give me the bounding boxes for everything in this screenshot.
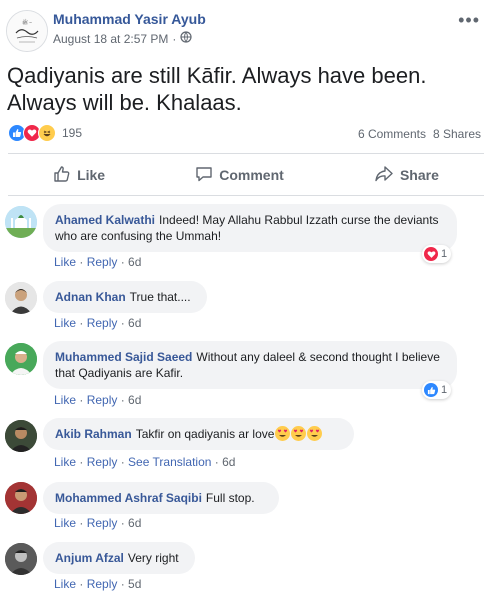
comment-bubble: Akib Rahman Takfir on qadiyanis ar love <box>43 418 354 450</box>
commenter-avatar[interactable] <box>5 282 37 314</box>
divider-top <box>8 153 484 154</box>
more-options-icon[interactable]: ••• <box>458 10 480 31</box>
heart-eyes-emoji-icon <box>291 426 307 441</box>
comment-reaction-badge[interactable]: 1 <box>422 245 452 263</box>
comment-actions: Like · Reply · 5d <box>54 577 142 591</box>
commenter-avatar[interactable] <box>5 206 37 238</box>
commenter-avatar[interactable] <box>5 482 37 514</box>
share-arrow-icon <box>374 165 394 186</box>
comment-reply-link[interactable]: Reply <box>87 316 118 330</box>
comment-like-link[interactable]: Like <box>54 255 76 269</box>
comment-bubble: Muhammed Sajid Saeed Without any daleel &… <box>43 341 457 389</box>
comment-reply-link[interactable]: Reply <box>87 577 118 591</box>
comment-button-label: Comment <box>219 167 284 183</box>
comment-like-link[interactable]: Like <box>54 316 76 330</box>
author-avatar[interactable]: ﷺ ~ <box>6 10 48 52</box>
like-icon <box>424 383 438 397</box>
commenter-avatar[interactable] <box>5 543 37 575</box>
commenter-name[interactable]: Anjum Afzal <box>55 551 124 565</box>
like-button[interactable]: Like <box>53 165 105 186</box>
commenter-avatar[interactable] <box>5 420 37 452</box>
comment-time[interactable]: 6d <box>128 516 141 530</box>
comment-reaction-badge[interactable]: 1 <box>422 381 452 399</box>
author-name[interactable]: Muhammad Yasir Ayub <box>53 11 206 27</box>
heart-eyes-emoji-icon <box>307 426 323 441</box>
globe-icon[interactable] <box>180 31 193 46</box>
comment-time[interactable]: 5d <box>128 577 141 591</box>
comment-text: Very right <box>127 551 179 565</box>
comment-time[interactable]: 6d <box>222 455 235 469</box>
reaction-count[interactable]: 195 <box>62 126 82 140</box>
comment-like-link[interactable]: Like <box>54 393 76 407</box>
post-meta: August 18 at 2:57 PM · <box>53 31 193 46</box>
commenter-name[interactable]: Adnan Khan <box>55 290 126 304</box>
meta-separator: · <box>172 31 177 46</box>
comment-actions: Like · Reply · 6d <box>54 255 142 269</box>
comment-reaction-count: 1 <box>441 248 448 260</box>
reaction-summary[interactable]: 195 <box>8 124 82 142</box>
comment-reply-link[interactable]: Reply <box>87 516 118 530</box>
comments-count[interactable]: 6 Comments <box>358 127 426 141</box>
post-text: Qadiyanis are still Kāfir. Always have b… <box>7 63 427 115</box>
comment-like-link[interactable]: Like <box>54 455 76 469</box>
comment-time[interactable]: 6d <box>128 255 141 269</box>
comment-like-link[interactable]: Like <box>54 516 76 530</box>
commenter-name[interactable]: Mohammed Ashraf Saqibi <box>55 491 202 505</box>
action-bar: Like Comment Share <box>8 155 484 195</box>
post-timestamp[interactable]: August 18 at 2:57 PM <box>53 32 168 46</box>
see-translation-link[interactable]: See Translation <box>128 455 211 469</box>
comment-bubble: Ahamed Kalwathi Indeed! May Allahu Rabbul… <box>43 204 457 252</box>
comment-bubble: Anjum Afzal Very right <box>43 542 195 574</box>
like-button-label: Like <box>77 167 106 183</box>
commenter-name[interactable]: Akib Rahman <box>55 427 132 441</box>
comment-text: Full stop. <box>205 491 255 505</box>
commenter-avatar[interactable] <box>5 343 37 375</box>
comment-bubble: Adnan Khan True that.... <box>43 281 207 313</box>
heart-eyes-emoji-icon <box>275 426 291 441</box>
haha-reaction-icon <box>38 124 56 142</box>
comment-actions: Like · Reply · See Translation · 6d <box>54 455 236 469</box>
comment-time[interactable]: 6d <box>128 393 141 407</box>
thumbs-up-icon <box>53 165 71 186</box>
divider-bottom <box>8 195 484 196</box>
comment-reaction-count: 1 <box>441 384 448 396</box>
comment-actions: Like · Reply · 6d <box>54 316 142 330</box>
love-icon <box>424 247 438 261</box>
comment-actions: Like · Reply · 6d <box>54 393 142 407</box>
post-header: ﷺ ~ Muhammad Yasir Ayub August 18 at 2:5… <box>0 0 492 60</box>
commenter-name[interactable]: Ahamed Kalwathi <box>55 213 155 227</box>
comment-reply-link[interactable]: Reply <box>87 255 118 269</box>
share-button[interactable]: Share <box>374 165 439 186</box>
comment-text: Takfir on qadiyanis ar love <box>135 427 275 441</box>
comment-reply-link[interactable]: Reply <box>87 393 118 407</box>
comment-text: True that.... <box>129 290 191 304</box>
commenter-name[interactable]: Muhammed Sajid Saeed <box>55 350 192 364</box>
shares-count[interactable]: 8 Shares <box>433 127 481 141</box>
comment-like-link[interactable]: Like <box>54 577 76 591</box>
engagement-counts: 6 Comments 8 Shares <box>358 127 481 141</box>
comment-button[interactable]: Comment <box>195 165 284 186</box>
comment-bubble: Mohammed Ashraf Saqibi Full stop. <box>43 482 279 514</box>
comment-reply-link[interactable]: Reply <box>87 455 118 469</box>
share-button-label: Share <box>399 167 439 183</box>
comment-actions: Like · Reply · 6d <box>54 516 142 530</box>
speech-bubble-icon <box>195 165 213 186</box>
comment-time[interactable]: 6d <box>128 316 141 330</box>
